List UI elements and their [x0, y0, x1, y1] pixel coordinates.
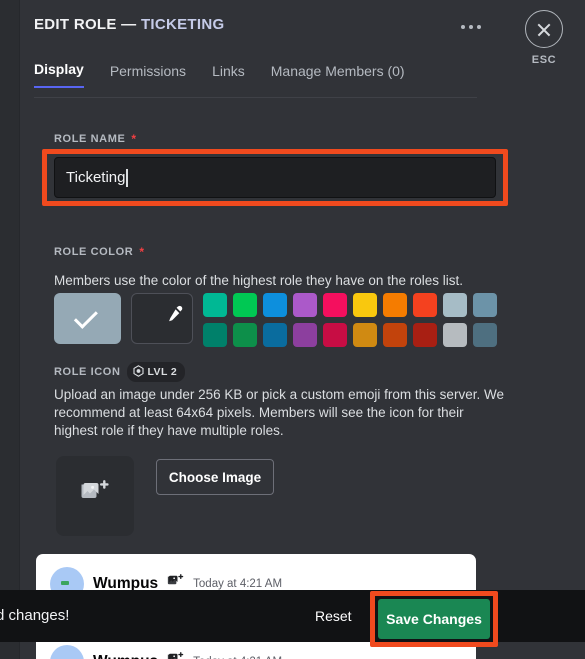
role-color-picker	[54, 293, 497, 347]
choose-image-button[interactable]: Choose Image	[156, 459, 274, 495]
required-marker: *	[139, 245, 145, 259]
modal-header: EDIT ROLE — TICKETING ESC	[20, 0, 585, 104]
color-swatch-11[interactable]	[203, 323, 227, 347]
esc-label: ESC	[531, 54, 557, 66]
role-name-value: Ticketing	[66, 169, 126, 186]
color-swatch-2[interactable]	[233, 293, 257, 317]
boost-gem-icon	[132, 364, 144, 380]
text-caret	[126, 168, 128, 187]
color-swatch-7[interactable]	[383, 293, 407, 317]
color-swatch-16[interactable]	[353, 323, 377, 347]
unsaved-changes-message: d changes!	[0, 607, 70, 624]
preview-timestamp: Today at 4:21 AM	[193, 578, 283, 590]
reset-button[interactable]: Reset	[315, 608, 352, 624]
preview-role-icon	[167, 651, 184, 659]
color-swatch-14[interactable]	[293, 323, 317, 347]
color-swatch-10[interactable]	[473, 293, 497, 317]
selected-color-swatch[interactable]	[54, 293, 121, 344]
tab-manage-members[interactable]: Manage Members (0)	[271, 63, 405, 88]
color-swatch-5[interactable]	[323, 293, 347, 317]
preview-username: Wumpus	[93, 653, 158, 659]
wumpus-avatar	[50, 645, 84, 659]
color-swatch-17[interactable]	[383, 323, 407, 347]
color-swatch-15[interactable]	[323, 323, 347, 347]
image-upload-dropzone[interactable]	[56, 456, 134, 536]
server-sidebar-edge	[0, 0, 20, 659]
tab-display[interactable]: Display	[34, 61, 84, 88]
checkmark-icon	[73, 304, 98, 329]
boost-level-badge: LVL 2	[126, 362, 186, 382]
page-title-prefix: EDIT ROLE —	[34, 16, 141, 33]
color-swatch-18[interactable]	[413, 323, 437, 347]
edit-role-modal: EDIT ROLE — TICKETING ESC Display Permis…	[20, 0, 585, 659]
tab-links[interactable]: Links	[212, 63, 245, 88]
save-changes-button[interactable]: Save Changes	[378, 599, 490, 639]
tabs-divider	[34, 97, 477, 98]
page-title: EDIT ROLE — TICKETING	[34, 16, 224, 33]
close-icon	[525, 10, 563, 48]
required-marker: *	[131, 132, 137, 146]
role-name-label: ROLE NAME *	[54, 133, 137, 145]
color-swatch-9[interactable]	[443, 293, 467, 317]
preview-message-row: Wumpus Today at 4:21 AM	[50, 645, 282, 659]
role-icon-label-text: ROLE ICON	[54, 366, 121, 378]
color-swatch-12[interactable]	[233, 323, 257, 347]
role-name-label-text: ROLE NAME	[54, 133, 126, 145]
role-color-label: ROLE COLOR *	[54, 246, 145, 258]
image-add-icon	[80, 479, 110, 513]
color-swatch-3[interactable]	[263, 293, 287, 317]
color-swatch-1[interactable]	[203, 293, 227, 317]
role-icon-helper: Upload an image under 256 KB or pick a c…	[54, 387, 504, 439]
page-title-role: TICKETING	[140, 16, 225, 33]
role-icon-upload-row: Choose Image	[56, 456, 274, 536]
color-swatch-6[interactable]	[353, 293, 377, 317]
color-swatch-20[interactable]	[473, 323, 497, 347]
eyedropper-button[interactable]	[131, 293, 193, 344]
color-palette-grid	[203, 293, 497, 347]
tab-permissions[interactable]: Permissions	[110, 63, 186, 88]
role-icon-label: ROLE ICON LVL 2	[54, 362, 186, 382]
color-swatch-8[interactable]	[413, 293, 437, 317]
role-name-input[interactable]: Ticketing	[54, 157, 496, 198]
role-color-label-text: ROLE COLOR	[54, 246, 134, 258]
boost-level-text: LVL 2	[147, 366, 178, 378]
modal-tabs: Display Permissions Links Manage Members…	[34, 58, 405, 88]
color-swatch-19[interactable]	[443, 323, 467, 347]
role-color-helper: Members use the color of the highest rol…	[54, 273, 463, 288]
color-swatch-4[interactable]	[293, 293, 317, 317]
more-options-icon[interactable]	[457, 17, 485, 37]
close-modal-button[interactable]: ESC	[516, 10, 572, 66]
color-swatch-13[interactable]	[263, 323, 287, 347]
